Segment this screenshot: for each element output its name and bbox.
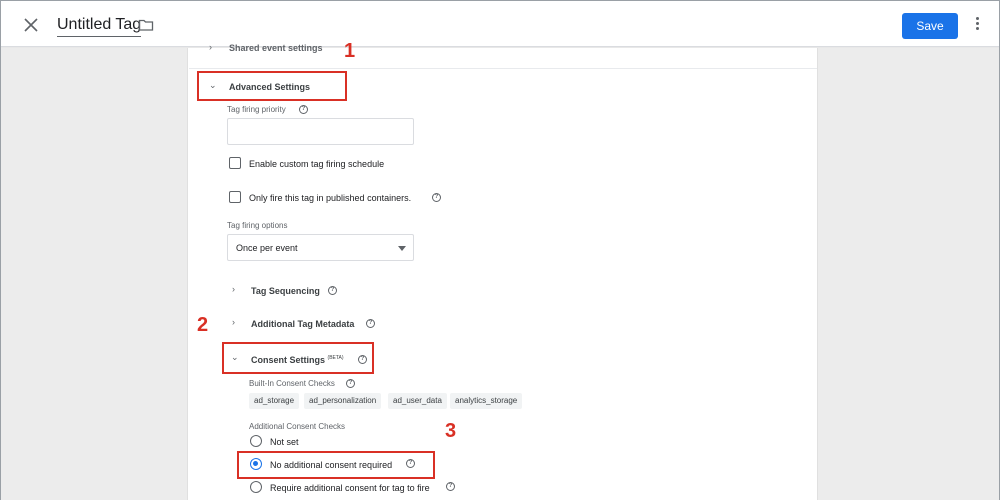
annotation-box-2 [222,342,374,374]
published-only-checkbox[interactable] [229,191,241,203]
consent-chip: analytics_storage [450,393,523,409]
consent-chip: ad_storage [249,393,300,409]
chevron-right-icon: › [232,317,235,327]
section-shared-event-settings[interactable]: Shared event settings [229,43,323,53]
help-icon[interactable]: ? [446,482,455,491]
section-additional-tag-metadata[interactable]: Additional Tag Metadata [251,319,354,329]
chevron-right-icon: › [232,284,235,294]
tag-title[interactable]: Untitled Tag [57,16,142,37]
folder-icon[interactable] [138,17,154,33]
top-bar: Untitled Tag Save [1,1,999,47]
radio-not-set-label: Not set [270,437,299,447]
radio-require-additional-consent[interactable] [250,481,262,493]
annotation-box-1 [197,71,347,101]
chevron-right-icon: › [209,42,212,52]
custom-schedule-label: Enable custom tag firing schedule [249,159,385,169]
left-background [1,48,187,500]
help-icon[interactable]: ? [366,319,375,328]
tag-firing-options-label: Tag firing options [227,221,288,230]
tag-firing-options-select[interactable]: Once per event [227,234,414,261]
help-icon[interactable]: ? [328,286,337,295]
tag-config-card [187,48,818,500]
built-in-consent-label: Built-In Consent Checks [249,379,335,388]
tag-firing-options-value: Once per event [236,243,298,253]
close-icon[interactable] [19,13,43,37]
additional-consent-label: Additional Consent Checks [249,422,346,431]
divider [189,68,817,69]
save-button[interactable]: Save [902,13,958,39]
more-vert-icon[interactable] [970,15,984,37]
section-tag-sequencing[interactable]: Tag Sequencing [251,286,320,296]
radio-require-additional-consent-label: Require additional consent for tag to fi… [270,483,430,493]
annotation-box-3 [237,451,435,479]
help-icon[interactable]: ? [432,193,441,202]
right-background [818,48,999,500]
help-icon[interactable]: ? [299,105,308,114]
annotation-marker-1: 1 [344,40,356,62]
consent-chip: ad_personalization [304,393,382,409]
annotation-marker-3: 3 [445,420,457,442]
help-icon[interactable]: ? [346,379,355,388]
tag-firing-priority-label: Tag firing priority [227,105,286,114]
dropdown-arrow-icon [398,246,406,251]
tag-firing-priority-input[interactable] [227,118,414,145]
consent-chip: ad_user_data [388,393,447,409]
radio-not-set[interactable] [250,435,262,447]
published-only-label: Only fire this tag in published containe… [249,193,412,203]
custom-schedule-checkbox[interactable] [229,157,241,169]
annotation-marker-2: 2 [197,314,209,336]
